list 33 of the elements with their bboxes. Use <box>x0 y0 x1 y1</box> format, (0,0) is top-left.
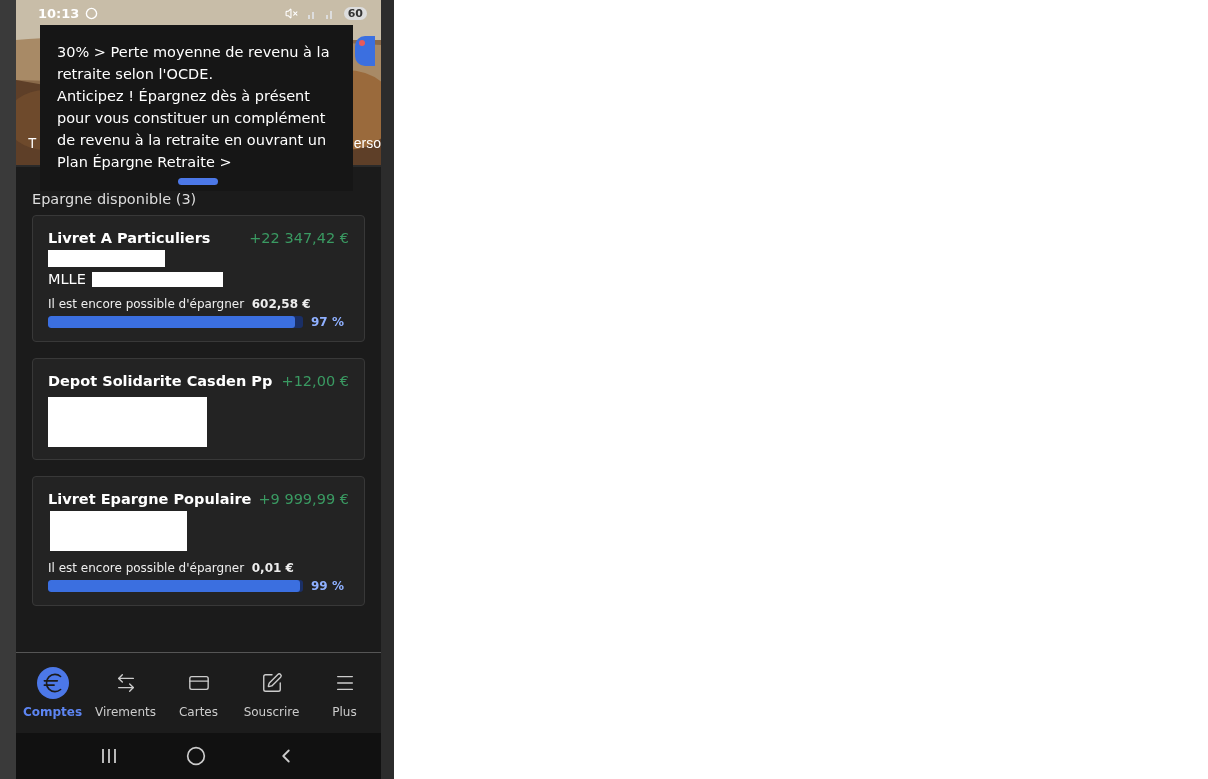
promo-tooltip[interactable]: 30% > Perte moyenne de revenu à la retraite selon l'OCDE. Anticipez ! Épargnez dès à présent pour vous constituer un complément de revenu à la retraite en ouvrant un Plan Épargne Retraite > <box>40 25 353 191</box>
nav-tab[interactable]: Comptes <box>17 667 88 719</box>
progress-percent: 99 % <box>311 579 344 593</box>
progress-percent: 97 % <box>311 315 344 329</box>
home-icon[interactable] <box>185 746 206 766</box>
account-name: Depot Solidarite Casden Pp <box>48 373 273 389</box>
account-name: Livret A Particuliers <box>48 230 211 246</box>
euro-icon <box>36 667 69 699</box>
pager-handle <box>178 178 218 185</box>
recent-apps-icon[interactable] <box>100 748 117 764</box>
nav-tab[interactable]: Cartes <box>163 667 234 719</box>
account-card[interactable]: Livret Epargne Populaire +9 999,99 € Il est encore possible d'épargner 0,01 € 99 % <box>32 476 365 606</box>
nav-tab[interactable]: Souscrire <box>236 667 307 719</box>
section-title: Epargne disponible (3) <box>32 191 198 207</box>
nav-tab[interactable]: Plus <box>309 667 380 719</box>
account-holder: MLLE <box>48 271 86 287</box>
account-balance: +9 999,99 € <box>258 491 349 507</box>
account-name: Livret Epargne Populaire <box>48 491 252 507</box>
account-card[interactable]: Livret A Particuliers +22 347,42 € MLLE Il est encore possible d'épargner 602,58 € 97 % <box>32 215 365 342</box>
promo-text: 30% > Perte moyenne de revenu à la retraite selon l'OCDE. <box>57 43 331 84</box>
notification-dot <box>359 40 365 46</box>
hero-text: erso <box>353 135 381 151</box>
mute-icon <box>284 6 298 20</box>
savings-ceiling-text: Il est encore possible d'épargner 602,58 € <box>48 297 312 311</box>
promo-text: Anticipez ! Épargnez dès à présent pour vous constituer un complément de revenu à la retraite en ouvrant un Plan Épargne Retraite > <box>57 87 328 172</box>
account-balance: +22 347,42 € <box>249 230 349 246</box>
nav-tab[interactable]: Virements <box>90 667 161 719</box>
badge-icon <box>355 36 375 66</box>
account-card[interactable]: Depot Solidarite Casden Pp +12,00 € <box>32 358 365 460</box>
account-balance: +12,00 € <box>281 373 349 389</box>
clock-time: 10:13 <box>38 5 80 21</box>
hero-text: T <box>28 135 37 151</box>
savings-ceiling-text: Il est encore possible d'épargner 0,01 € <box>48 561 295 575</box>
